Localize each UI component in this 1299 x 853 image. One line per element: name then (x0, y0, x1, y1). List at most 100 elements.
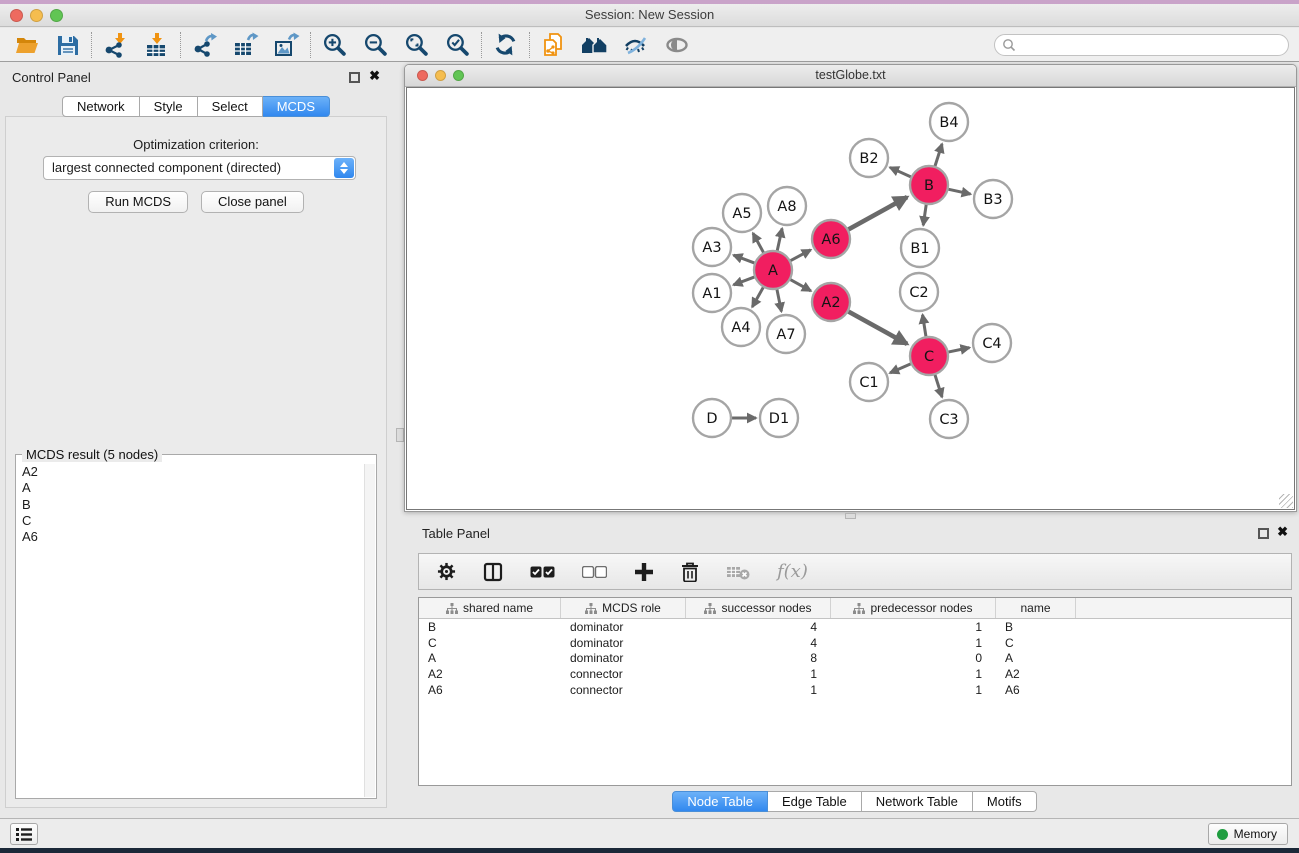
tab-network-table[interactable]: Network Table (862, 791, 973, 812)
graph-node-B1[interactable]: B1 (901, 229, 939, 267)
delete-column-trash-icon[interactable] (681, 562, 699, 582)
zoom-selected-button[interactable] (437, 31, 478, 59)
zoom-network-button[interactable] (453, 70, 464, 81)
graph-edge-A-A8[interactable] (777, 228, 782, 251)
memory-button[interactable]: Memory (1208, 823, 1288, 845)
tab-motifs[interactable]: Motifs (973, 791, 1037, 812)
graph-edge-A-A2[interactable] (790, 279, 811, 291)
cell-mcds-role[interactable]: dominator (561, 620, 686, 634)
refresh-button[interactable] (485, 31, 526, 59)
cell-mcds-role[interactable]: dominator (561, 651, 686, 665)
save-session-button[interactable] (47, 31, 88, 59)
graph-edge-C-C4[interactable] (948, 348, 970, 353)
criterion-dropdown[interactable]: largest connected component (directed) (43, 156, 356, 180)
minimize-window-button[interactable] (30, 9, 43, 22)
graph-node-C4[interactable]: C4 (973, 324, 1011, 362)
table-row[interactable]: A dominator 8 0 A (419, 651, 1291, 667)
graph-edge-C-C1[interactable] (890, 364, 911, 373)
mcds-result-list[interactable]: A2 A B C A6 (17, 464, 364, 797)
graph-node-A4[interactable]: A4 (722, 308, 760, 346)
export-table-button[interactable] (225, 31, 266, 59)
cell-shared-name[interactable]: C (419, 636, 561, 650)
graph-edge-A-A7[interactable] (777, 289, 782, 312)
cell-name[interactable]: A6 (996, 683, 1076, 697)
float-panel-button[interactable] (349, 72, 360, 83)
graph-edge-A-A5[interactable] (753, 233, 764, 253)
cell-name[interactable]: A2 (996, 667, 1076, 681)
close-network-button[interactable] (417, 70, 428, 81)
graph-edge-B-B4[interactable] (935, 144, 942, 167)
graph-node-C2[interactable]: C2 (900, 273, 938, 311)
graph-edge-C-C2[interactable] (923, 315, 927, 338)
cell-shared-name[interactable]: A6 (419, 683, 561, 697)
graph-edge-A-A4[interactable] (752, 287, 763, 307)
graph-node-B4[interactable]: B4 (930, 103, 968, 141)
splitter-handle[interactable] (845, 513, 856, 519)
cell-predecessor-nodes[interactable]: 1 (831, 636, 996, 650)
import-network-button[interactable] (95, 31, 136, 59)
settings-gear-icon[interactable] (437, 562, 456, 581)
cell-predecessor-nodes[interactable]: 0 (831, 651, 996, 665)
select-all-icon[interactable] (530, 566, 555, 578)
column-header-mcds-role[interactable]: MCDS role (561, 598, 686, 618)
graph-node-D[interactable]: D (693, 399, 731, 437)
tab-network[interactable]: Network (62, 96, 140, 117)
graph-edge-A-A1[interactable] (734, 277, 756, 285)
graph-node-B3[interactable]: B3 (974, 180, 1012, 218)
cell-successor-nodes[interactable]: 4 (686, 620, 831, 634)
column-view-icon[interactable] (483, 562, 503, 582)
cell-successor-nodes[interactable]: 8 (686, 651, 831, 665)
cell-name[interactable]: A (996, 651, 1076, 665)
resize-grip-icon[interactable] (1279, 494, 1293, 508)
cell-mcds-role[interactable]: connector (561, 667, 686, 681)
cell-shared-name[interactable]: B (419, 620, 561, 634)
list-item[interactable]: A2 (17, 464, 364, 480)
cell-predecessor-nodes[interactable]: 1 (831, 683, 996, 697)
graph-node-B[interactable]: B (910, 166, 948, 204)
zoom-window-button[interactable] (50, 9, 63, 22)
graph-node-B2[interactable]: B2 (850, 139, 888, 177)
list-item[interactable]: A6 (17, 529, 364, 545)
function-builder-icon[interactable]: f(x) (777, 561, 808, 582)
tab-select[interactable]: Select (198, 96, 263, 117)
list-item[interactable]: A (17, 480, 364, 496)
list-item[interactable]: C (17, 513, 364, 529)
graph-node-A2[interactable]: A2 (812, 283, 850, 321)
tab-mcds[interactable]: MCDS (263, 96, 330, 117)
graph-node-A5[interactable]: A5 (723, 194, 761, 232)
network-canvas[interactable]: B4B2BB3A8A5A6A3B1AC2A1A2A4A7C4CC1C3DD1 (406, 87, 1295, 510)
close-panel-button[interactable]: ✖ (369, 68, 380, 84)
column-header-shared-name[interactable]: shared name (419, 598, 561, 618)
add-column-icon[interactable] (634, 562, 654, 582)
graph-node-A6[interactable]: A6 (812, 220, 850, 258)
cell-mcds-role[interactable]: connector (561, 683, 686, 697)
cell-successor-nodes[interactable]: 4 (686, 636, 831, 650)
graph-edge-A-A3[interactable] (734, 255, 756, 263)
export-network-button[interactable] (184, 31, 225, 59)
column-header-predecessor-nodes[interactable]: predecessor nodes (831, 598, 996, 618)
home-button[interactable] (574, 31, 615, 59)
cell-successor-nodes[interactable]: 1 (686, 667, 831, 681)
delete-table-icon[interactable] (726, 564, 750, 580)
cell-name[interactable]: B (996, 620, 1076, 634)
graph-node-A3[interactable]: A3 (693, 228, 731, 266)
list-item[interactable]: B (17, 497, 364, 513)
close-window-button[interactable] (10, 9, 23, 22)
minimize-network-button[interactable] (435, 70, 446, 81)
float-panel-button[interactable] (1258, 528, 1269, 539)
cell-shared-name[interactable]: A2 (419, 667, 561, 681)
duplicate-network-button[interactable] (533, 31, 574, 59)
graph-edge-A6-B[interactable] (848, 197, 907, 230)
graph-node-D1[interactable]: D1 (760, 399, 798, 437)
cell-name[interactable]: C (996, 636, 1076, 650)
zoom-in-button[interactable] (314, 31, 355, 59)
open-session-button[interactable] (6, 31, 47, 59)
run-mcds-button[interactable]: Run MCDS (88, 191, 188, 213)
tab-edge-table[interactable]: Edge Table (768, 791, 862, 812)
table-row[interactable]: A6 connector 1 1 A6 (419, 682, 1291, 698)
search-input[interactable] (1016, 36, 1288, 54)
show-all-button[interactable] (656, 31, 697, 59)
hide-selected-button[interactable] (615, 31, 656, 59)
graph-edge-B-B1[interactable] (923, 204, 926, 225)
network-window-titlebar[interactable]: testGlobe.txt (405, 65, 1296, 87)
